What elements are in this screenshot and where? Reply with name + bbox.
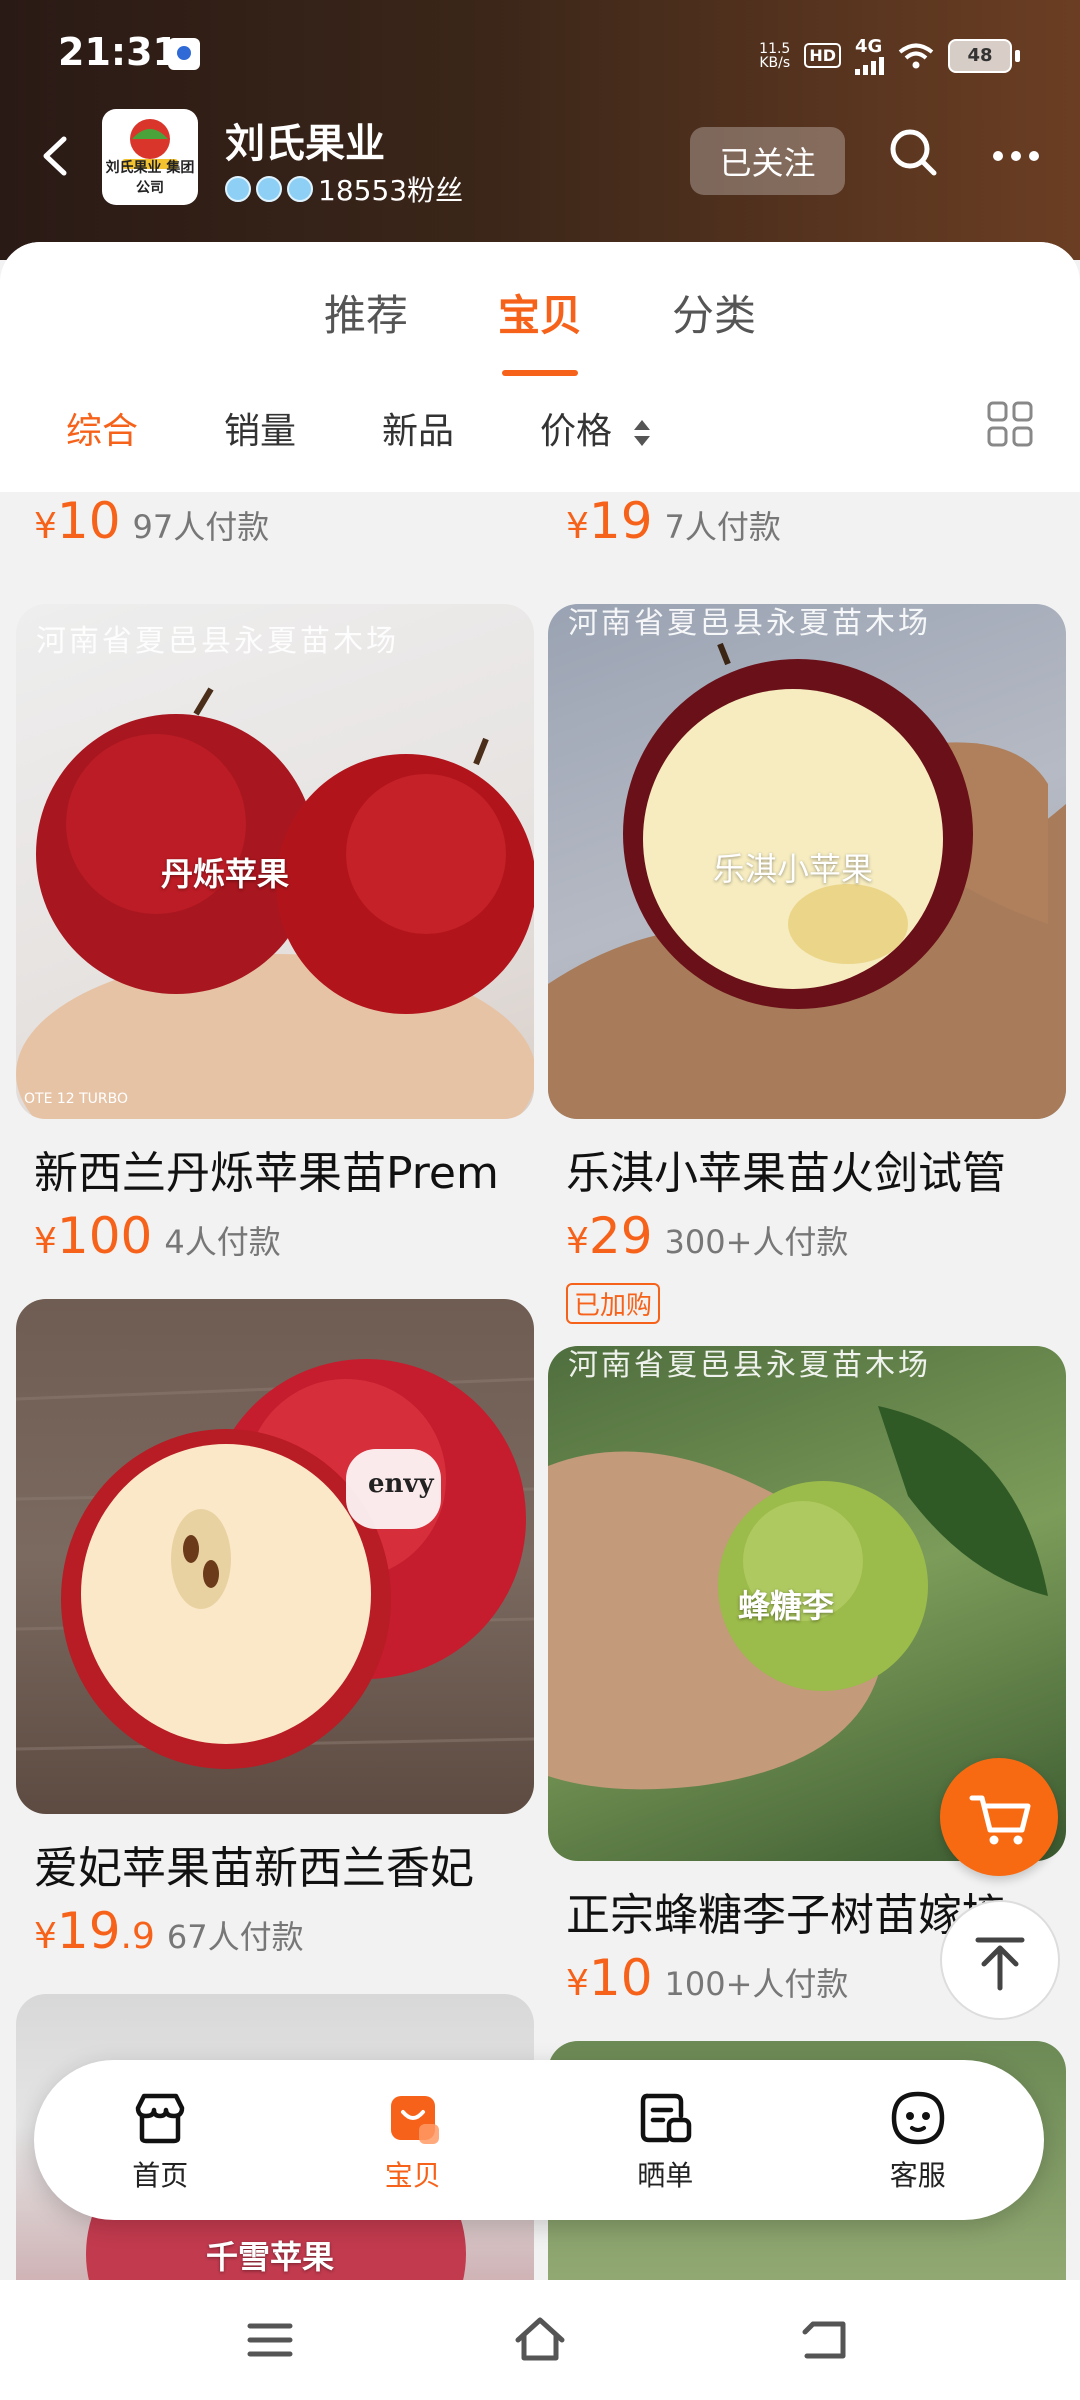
shop-tabs: 推荐 宝贝 分类 xyxy=(0,282,1080,376)
status-bar: 21:31 11.5 KB/s HD 4G 48 xyxy=(0,0,1080,110)
tab-categories[interactable]: 分类 xyxy=(672,282,756,362)
follow-button[interactable]: 已关注 xyxy=(690,127,845,195)
wifi-icon xyxy=(898,43,934,68)
product-title[interactable]: 乐淇小苹果苗火剑试管 xyxy=(548,1137,1068,1201)
back-arrow-icon[interactable] xyxy=(32,131,82,181)
menu-icon[interactable] xyxy=(240,2310,300,2370)
more-options-icon[interactable] xyxy=(990,131,1042,181)
product-image[interactable]: 河南省夏邑县永夏苗木场 丹烁苹果 OTE 12 TURBO xyxy=(16,604,534,1119)
shop-logo[interactable]: 刘氏果业 集团公司 xyxy=(102,109,198,205)
system-navigation-bar xyxy=(0,2280,1080,2400)
cart-button[interactable] xyxy=(940,1758,1058,1876)
tab-products[interactable]: 宝贝 xyxy=(498,282,582,376)
product-card[interactable]: 河南省夏邑县永夏苗木场 乐淇小苹果 乐淇小苹果苗火剑试管 ¥29 300+人付款… xyxy=(548,604,1068,1324)
search-icon[interactable] xyxy=(886,125,942,181)
diamond-badge-icon xyxy=(256,176,282,202)
paw-app-icon xyxy=(168,38,200,70)
sort-price[interactable]: 价格 xyxy=(540,402,653,454)
shop-icon xyxy=(136,2093,185,2144)
cellular-signal-icon: 4G xyxy=(855,36,884,75)
battery-icon: 48 xyxy=(948,38,1012,73)
shop-header: 刘氏果业 集团公司 刘氏果业 18553粉丝 已关注 xyxy=(0,105,1080,215)
sort-arrows-icon xyxy=(634,420,651,446)
back-to-top-button[interactable] xyxy=(940,1900,1060,2020)
product-column-left: ¥10 97人付款 河南省夏邑县永夏苗木场 丹烁苹果 OTE 12 TURBO … xyxy=(16,492,536,2324)
nav-customer-service[interactable]: 客服 xyxy=(818,2086,1018,2194)
home-icon[interactable] xyxy=(510,2310,570,2370)
shop-fans: 18553粉丝 xyxy=(225,169,463,209)
product-card[interactable]: 河南省夏邑县永夏苗木场 丹烁苹果 OTE 12 TURBO 新西兰丹烁苹果苗Pr… xyxy=(16,604,536,1277)
bag-icon xyxy=(390,2096,439,2144)
note-icon xyxy=(641,2093,692,2143)
service-icon xyxy=(891,2091,945,2145)
back-icon[interactable] xyxy=(795,2310,855,2370)
product-price-row: ¥10 97人付款 xyxy=(34,492,270,550)
diamond-badge-icon xyxy=(225,176,251,202)
product-image[interactable]: envy xyxy=(16,1299,534,1814)
sort-sales[interactable]: 销量 xyxy=(224,402,296,454)
product-title[interactable]: 爱妃苹果苗新西兰香妃 xyxy=(16,1832,536,1896)
sort-bar: 综合 销量 新品 价格 xyxy=(0,392,1080,472)
status-time: 21:31 xyxy=(58,30,179,74)
added-to-cart-badge: 已加购 xyxy=(566,1283,661,1324)
bottom-navigation: 首页 宝贝 晒单 客服 xyxy=(34,2060,1044,2220)
diamond-badge-icon xyxy=(287,176,313,202)
hd-icon: HD xyxy=(804,43,841,68)
cart-icon xyxy=(969,1795,1031,1845)
product-price-row: ¥29 300+人付款 xyxy=(566,1207,849,1265)
sort-comprehensive[interactable]: 综合 xyxy=(66,402,138,454)
nav-home[interactable]: 首页 xyxy=(60,2086,260,2194)
product-card[interactable]: envy 爱妃苹果苗新西兰香妃 ¥19.9 67人付款 xyxy=(16,1299,536,1972)
shop-name[interactable]: 刘氏果业 xyxy=(225,111,385,169)
nav-products[interactable]: 宝贝 xyxy=(313,2086,513,2194)
tab-recommend[interactable]: 推荐 xyxy=(324,282,408,362)
product-price-row: ¥19 7人付款 xyxy=(566,492,781,550)
product-price-row: ¥100 4人付款 xyxy=(34,1207,281,1265)
product-image[interactable]: 河南省夏邑县永夏苗木场 乐淇小苹果 xyxy=(548,604,1066,1119)
product-price-row: ¥19.9 67人付款 xyxy=(34,1902,304,1960)
product-title[interactable]: 新西兰丹烁苹果苗Prem xyxy=(16,1137,536,1201)
network-speed: 11.5 KB/s xyxy=(759,40,791,71)
sort-new[interactable]: 新品 xyxy=(382,402,454,454)
layout-grid-icon[interactable] xyxy=(986,400,1034,448)
nav-reviews[interactable]: 晒单 xyxy=(565,2086,765,2194)
arrow-up-icon xyxy=(975,1937,1025,1991)
